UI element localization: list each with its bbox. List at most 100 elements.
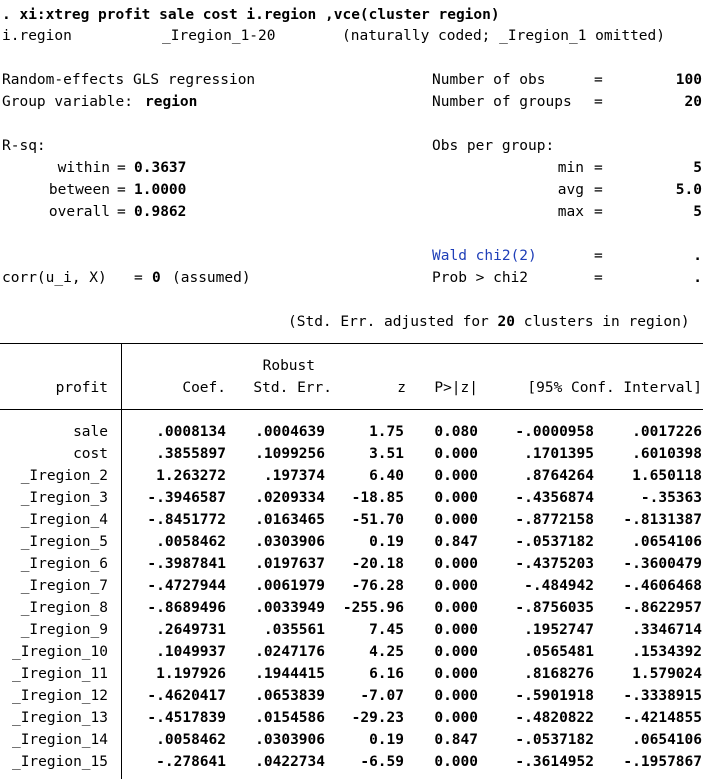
z-value: 4.25 (369, 644, 404, 660)
ci-low-value: .8168276 (524, 666, 594, 682)
eq-sign: = (134, 270, 143, 286)
se-value: .0163465 (255, 512, 325, 528)
se-note-clusters: 20 (497, 314, 515, 330)
eq-sign: = (594, 160, 603, 176)
corr-value: 0 (152, 270, 161, 286)
row-label: _Iregion_13 (11, 710, 108, 726)
se-value: .0303906 (255, 732, 325, 748)
stata-results-window: . xi:xtreg profit sale cost i.region ,vc… (0, 0, 715, 779)
xi-stub: _Iregion_1-20 (162, 28, 276, 44)
eq-sign: = (117, 204, 126, 220)
p-value: 0.000 (434, 446, 478, 462)
row-label: _Iregion_9 (20, 622, 108, 638)
ci-low-value: -.484942 (524, 578, 594, 594)
z-value: -20.18 (351, 556, 404, 572)
rsq-label: R-sq: (2, 138, 46, 154)
within-label: within (57, 160, 110, 176)
row-label: _Iregion_6 (20, 556, 108, 572)
row-label: _Iregion_3 (20, 490, 108, 506)
prob-label: Prob > chi2 (432, 270, 529, 286)
coef-value: -.8689496 (147, 600, 226, 616)
eq-sign: = (594, 94, 603, 110)
se-value: .0653839 (255, 688, 325, 704)
col-coef: Coef. (182, 380, 226, 396)
ci-low-value: -.0537182 (515, 732, 594, 748)
table-top-rule (0, 343, 703, 344)
row-label: _Iregion_2 (20, 468, 108, 484)
coef-value: -.278641 (156, 754, 226, 770)
col-se: Std. Err. (253, 380, 332, 396)
coef-value: -.4620417 (147, 688, 226, 704)
coef-value: .3855897 (156, 446, 226, 462)
p-value: 0.847 (434, 732, 478, 748)
group-var: region (145, 94, 198, 110)
ci-low-value: -.8772158 (515, 512, 594, 528)
coef-value: .0058462 (156, 732, 226, 748)
coef-value: .0008134 (156, 424, 226, 440)
command-line: . xi:xtreg profit sale cost i.region ,vc… (2, 7, 500, 23)
nobs-label: Number of obs (432, 72, 546, 88)
coef-value: -.8451772 (147, 512, 226, 528)
coef-value: 1.197926 (156, 666, 226, 682)
row-label: _Iregion_11 (11, 666, 108, 682)
row-label: _Iregion_8 (20, 600, 108, 616)
row-label: sale (73, 424, 108, 440)
p-value: 0.847 (434, 534, 478, 550)
p-value: 0.000 (434, 600, 478, 616)
p-value: 0.000 (434, 688, 478, 704)
ngroups-label: Number of groups (432, 94, 572, 110)
z-value: -255.96 (342, 600, 404, 616)
wald-value: . (693, 248, 702, 264)
overall-value: 0.9862 (134, 204, 187, 220)
z-value: 7.45 (369, 622, 404, 638)
nobs-value: 100 (675, 72, 702, 88)
se-value: .0303906 (255, 534, 325, 550)
ci-high-value: -.1957867 (623, 754, 702, 770)
table-header-rule (0, 409, 703, 410)
max-label: max (557, 204, 584, 220)
ci-low-value: .1701395 (524, 446, 594, 462)
ci-high-value: -.8131387 (623, 512, 702, 528)
se-note-post: clusters in region) (523, 314, 690, 330)
z-value: -7.07 (360, 688, 404, 704)
coef-value: .0058462 (156, 534, 226, 550)
p-value: 0.000 (434, 512, 478, 528)
wald-label-link[interactable]: Wald chi2(2) (432, 245, 537, 267)
min-value: 5 (693, 160, 702, 176)
eq-sign: = (594, 248, 603, 264)
col-z: z (397, 380, 406, 396)
overall-label: overall (48, 204, 110, 220)
ci-low-value: -.3614952 (515, 754, 594, 770)
between-value: 1.0000 (134, 182, 187, 198)
row-label: _Iregion_12 (11, 688, 108, 704)
eq-sign: = (594, 270, 603, 286)
prob-value: . (693, 270, 702, 286)
z-value: 0.19 (369, 534, 404, 550)
p-value: 0.000 (434, 556, 478, 572)
p-value: 0.000 (434, 490, 478, 506)
ci-low-value: -.4820822 (515, 710, 594, 726)
p-value: 0.000 (434, 710, 478, 726)
col-ci: [95% Conf. Interval] (527, 380, 702, 396)
p-value: 0.080 (434, 424, 478, 440)
between-label: between (48, 182, 110, 198)
se-value: .0422734 (255, 754, 325, 770)
row-label: _Iregion_15 (11, 754, 108, 770)
row-label: _Iregion_14 (11, 732, 108, 748)
ci-high-value: .0654106 (632, 534, 702, 550)
model-title: Random-effects GLS regression (2, 72, 256, 88)
ci-high-value: -.8622957 (623, 600, 702, 616)
coef-value: -.4727944 (147, 578, 226, 594)
z-value: 1.75 (369, 424, 404, 440)
eq-sign: = (594, 182, 603, 198)
se-note: (Std. Err. adjusted for 20 clusters in r… (288, 311, 690, 333)
corr-label: corr(u_i, X) (2, 270, 107, 286)
group-var-label: Group variable: (2, 94, 133, 110)
se-value: .1944415 (255, 666, 325, 682)
coef-value: -.3946587 (147, 490, 226, 506)
ci-low-value: -.4375203 (515, 556, 594, 572)
z-value: -76.28 (351, 578, 404, 594)
xi-variable: i.region (2, 28, 72, 44)
coef-value: .1049937 (156, 644, 226, 660)
ci-high-value: 1.579024 (632, 666, 702, 682)
